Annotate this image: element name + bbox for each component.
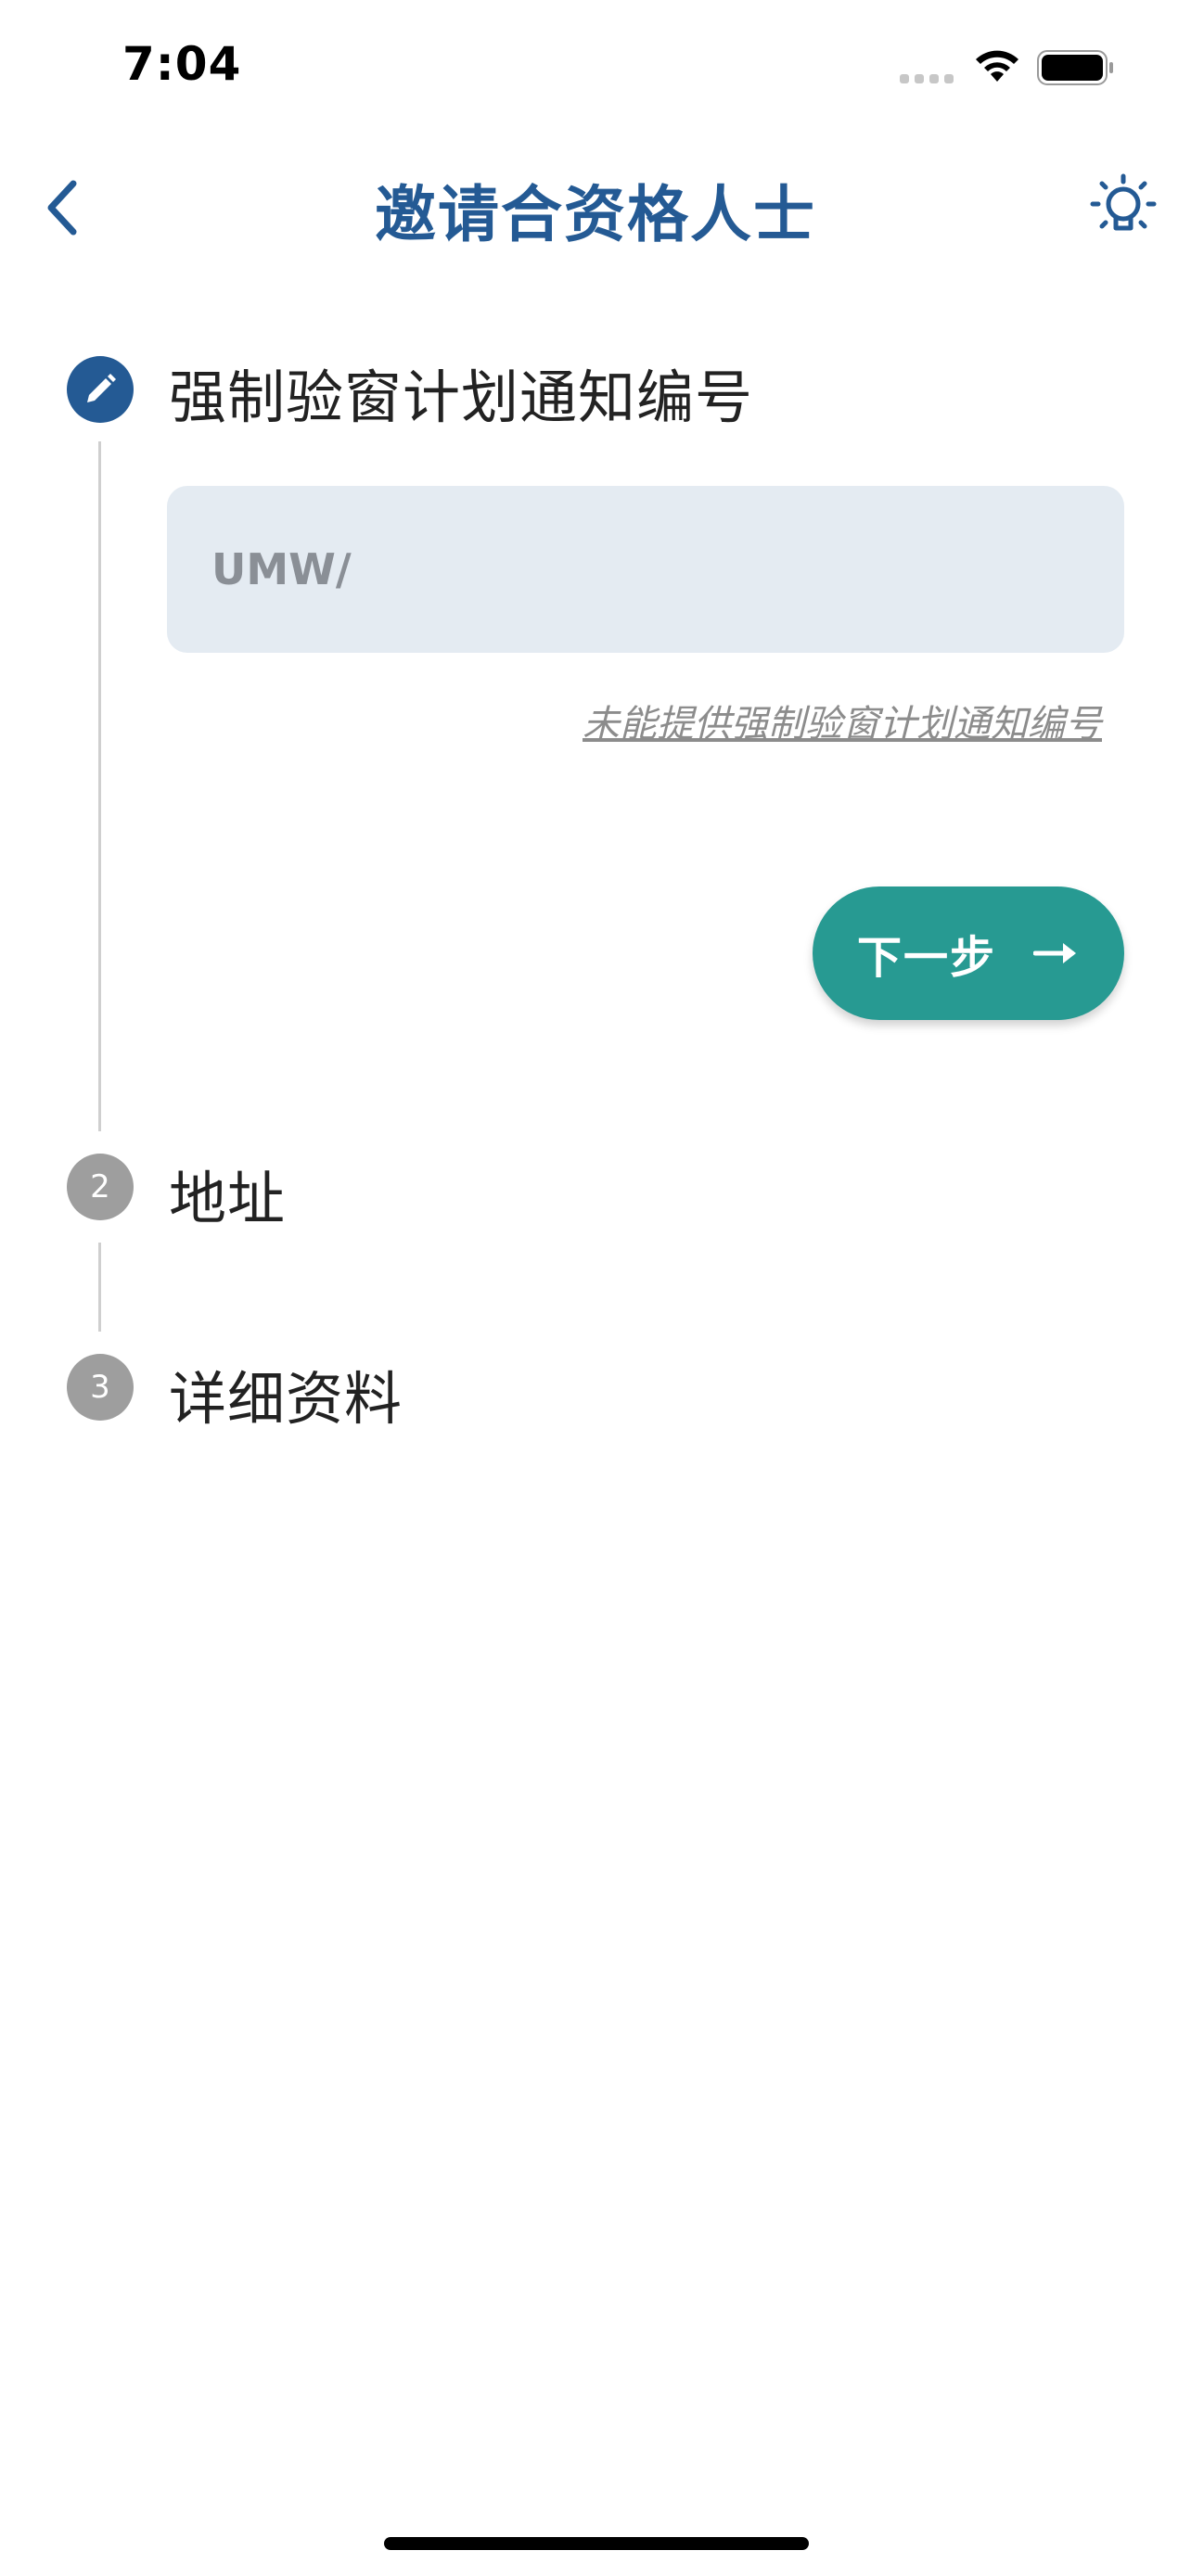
lightbulb-icon xyxy=(1090,173,1157,231)
step-3-number: 3 xyxy=(90,1369,110,1406)
step-3-title: 详细资料 xyxy=(169,1365,403,1433)
next-button[interactable]: 下一步 xyxy=(813,886,1124,1020)
step-2-title: 地址 xyxy=(169,1165,287,1232)
step-1-title: 强制验窗计划通知编号 xyxy=(169,363,754,431)
wifi-icon xyxy=(976,50,1018,82)
step-1-indicator xyxy=(67,356,134,423)
home-indicator[interactable] xyxy=(384,2537,809,2550)
pencil-icon xyxy=(87,374,116,402)
step-2-indicator: 2 xyxy=(67,1154,134,1220)
cellular-signal-icon xyxy=(900,74,954,83)
page-title: 邀请合资格人士 xyxy=(375,179,816,250)
no-notice-number-link[interactable]: 未能提供强制验窗计划通知编号 xyxy=(583,694,1102,747)
hint-button[interactable] xyxy=(1089,172,1158,245)
arrow-right-icon xyxy=(1033,943,1076,963)
step-2-number: 2 xyxy=(90,1168,110,1205)
status-time: 7:04 xyxy=(122,37,242,91)
step-connector xyxy=(98,1243,101,1332)
step-connector xyxy=(98,441,101,1131)
battery-icon xyxy=(1037,50,1113,85)
next-button-label: 下一步 xyxy=(856,932,996,984)
step-3-indicator: 3 xyxy=(67,1354,134,1421)
notice-number-input[interactable] xyxy=(167,486,1124,653)
